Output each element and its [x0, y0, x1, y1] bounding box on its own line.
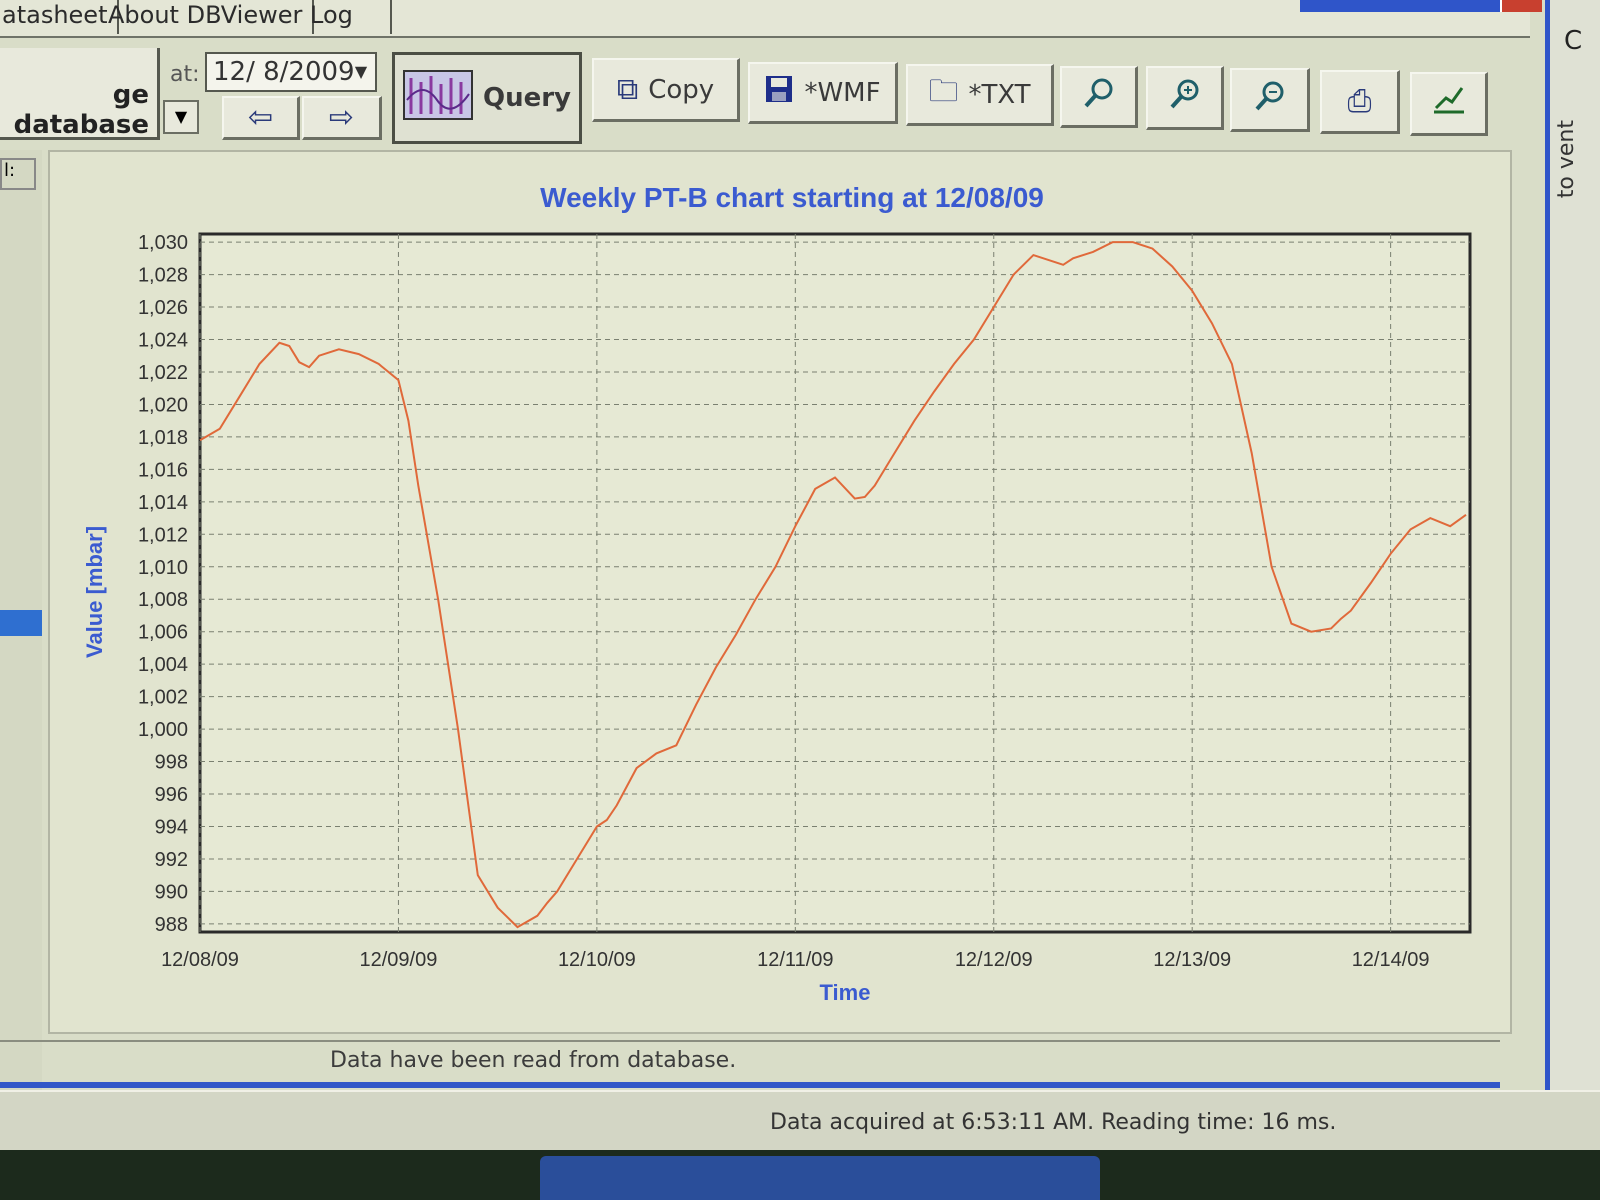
tab-log[interactable]: Log [300, 0, 392, 34]
left-panel-field[interactable]: l: [0, 158, 36, 190]
start-date-picker[interactable]: 12/ 8/2009 ▼ [205, 52, 377, 92]
y-tick-label: 1,022 [138, 362, 188, 384]
zoom-in-icon [1169, 78, 1201, 118]
chart-settings-button[interactable] [1410, 72, 1488, 136]
y-tick-label: 990 [155, 881, 188, 903]
chart-message-bar: Data have been read from database. [0, 1040, 1500, 1082]
y-tick-label: 1,006 [138, 622, 188, 644]
chevron-down-icon[interactable]: ▼ [349, 56, 373, 88]
y-tick-label: 1,020 [138, 394, 188, 416]
chart-panel: Weekly PT-B chart starting at 12/08/09 T… [48, 150, 1512, 1034]
search-button[interactable] [1060, 66, 1138, 128]
start-at-label: at: [170, 62, 200, 87]
chart-settings-icon [1432, 84, 1466, 124]
save-icon [764, 74, 794, 112]
y-tick-label: 998 [155, 752, 188, 774]
x-tick-label: 12/10/09 [558, 949, 636, 971]
print-icon: ⎙ [1347, 84, 1372, 119]
pressure-chart: Weekly PT-B chart starting at 12/08/09 T… [82, 182, 1472, 1005]
y-tick-label: 1,000 [138, 719, 188, 741]
y-tick-label: 996 [155, 784, 188, 806]
background-window-letter: C [1564, 26, 1583, 56]
save-txt-button[interactable]: 🗀 *TXT [906, 64, 1054, 126]
x-axis-label: Time [820, 980, 871, 1005]
chart-title: Weekly PT-B chart starting at 12/08/09 [540, 182, 1044, 213]
print-button[interactable]: ⎙ [1320, 70, 1400, 134]
status-message: Data have been read from database. [330, 1048, 737, 1073]
y-tick-label: 1,026 [138, 297, 188, 319]
y-tick-label: 1,028 [138, 265, 188, 287]
selection-marker [0, 610, 42, 636]
search-icon [1083, 77, 1115, 117]
folder-icon: 🗀 [928, 74, 959, 109]
x-tick-label: 12/12/09 [955, 949, 1033, 971]
plot-area [198, 232, 1472, 934]
y-tick-label: 1,030 [138, 232, 188, 254]
chevron-down-icon[interactable]: ▼ [163, 100, 199, 134]
save-wmf-button[interactable]: *WMF [748, 62, 898, 124]
background-window: C to vent [1545, 0, 1600, 1200]
query-label: Query [482, 83, 572, 113]
y-tick-label: 1,016 [138, 459, 188, 481]
start-date-value: 12/ 8/2009 [213, 57, 355, 87]
background-window-vertical-label: to vent [1554, 120, 1579, 199]
next-week-button[interactable]: ⇨ [302, 96, 382, 140]
change-database-button[interactable]: ge database [0, 48, 160, 140]
left-panel: l: [0, 150, 42, 1090]
tab-about-dbviewer[interactable]: About DBViewer [98, 0, 315, 34]
y-tick-label: 1,018 [138, 427, 188, 449]
y-axis-label: Value [mbar] [82, 526, 107, 658]
status-bar: Data acquired at 6:53:11 AM. Reading tim… [0, 1090, 1600, 1152]
copy-button[interactable]: ⧉ Copy [592, 58, 740, 122]
copy-label: Copy [648, 74, 715, 105]
y-tick-label: 992 [155, 849, 188, 871]
close-button[interactable] [1500, 0, 1542, 12]
y-tick-label: 1,002 [138, 687, 188, 709]
previous-week-button[interactable]: ⇦ [222, 96, 300, 140]
wmf-label: *WMF [804, 77, 881, 108]
window-border [0, 1082, 1500, 1088]
taskbar [0, 1150, 1600, 1200]
y-tick-label: 1,004 [138, 654, 188, 676]
taskbar-item[interactable] [540, 1156, 1100, 1200]
y-tick-label: 1,014 [138, 492, 188, 514]
acquisition-status: Data acquired at 6:53:11 AM. Reading tim… [770, 1110, 1337, 1135]
arrow-left-icon: ⇦ [247, 100, 274, 135]
y-tick-label: 1,008 [138, 589, 188, 611]
zoom-out-icon [1254, 80, 1286, 120]
chart-icon [402, 69, 473, 127]
x-tick-label: 12/13/09 [1153, 949, 1231, 971]
y-tick-label: 1,010 [138, 557, 188, 579]
x-tick-label: 12/09/09 [360, 949, 438, 971]
x-tick-label: 12/11/09 [757, 949, 833, 971]
y-tick-label: 1,024 [138, 330, 188, 352]
zoom-in-button[interactable] [1146, 66, 1224, 130]
x-tick-label: 12/14/09 [1352, 949, 1430, 971]
y-tick-label: 1,012 [138, 524, 188, 546]
y-tick-label: 988 [155, 914, 188, 936]
copy-icon: ⧉ [616, 72, 639, 107]
zoom-out-button[interactable] [1230, 68, 1310, 132]
arrow-right-icon: ⇨ [328, 100, 355, 135]
query-button[interactable]: Query [392, 52, 582, 144]
y-tick-label: 994 [155, 816, 188, 838]
x-tick-label: 12/08/09 [161, 949, 239, 971]
txt-label: *TXT [968, 79, 1031, 110]
